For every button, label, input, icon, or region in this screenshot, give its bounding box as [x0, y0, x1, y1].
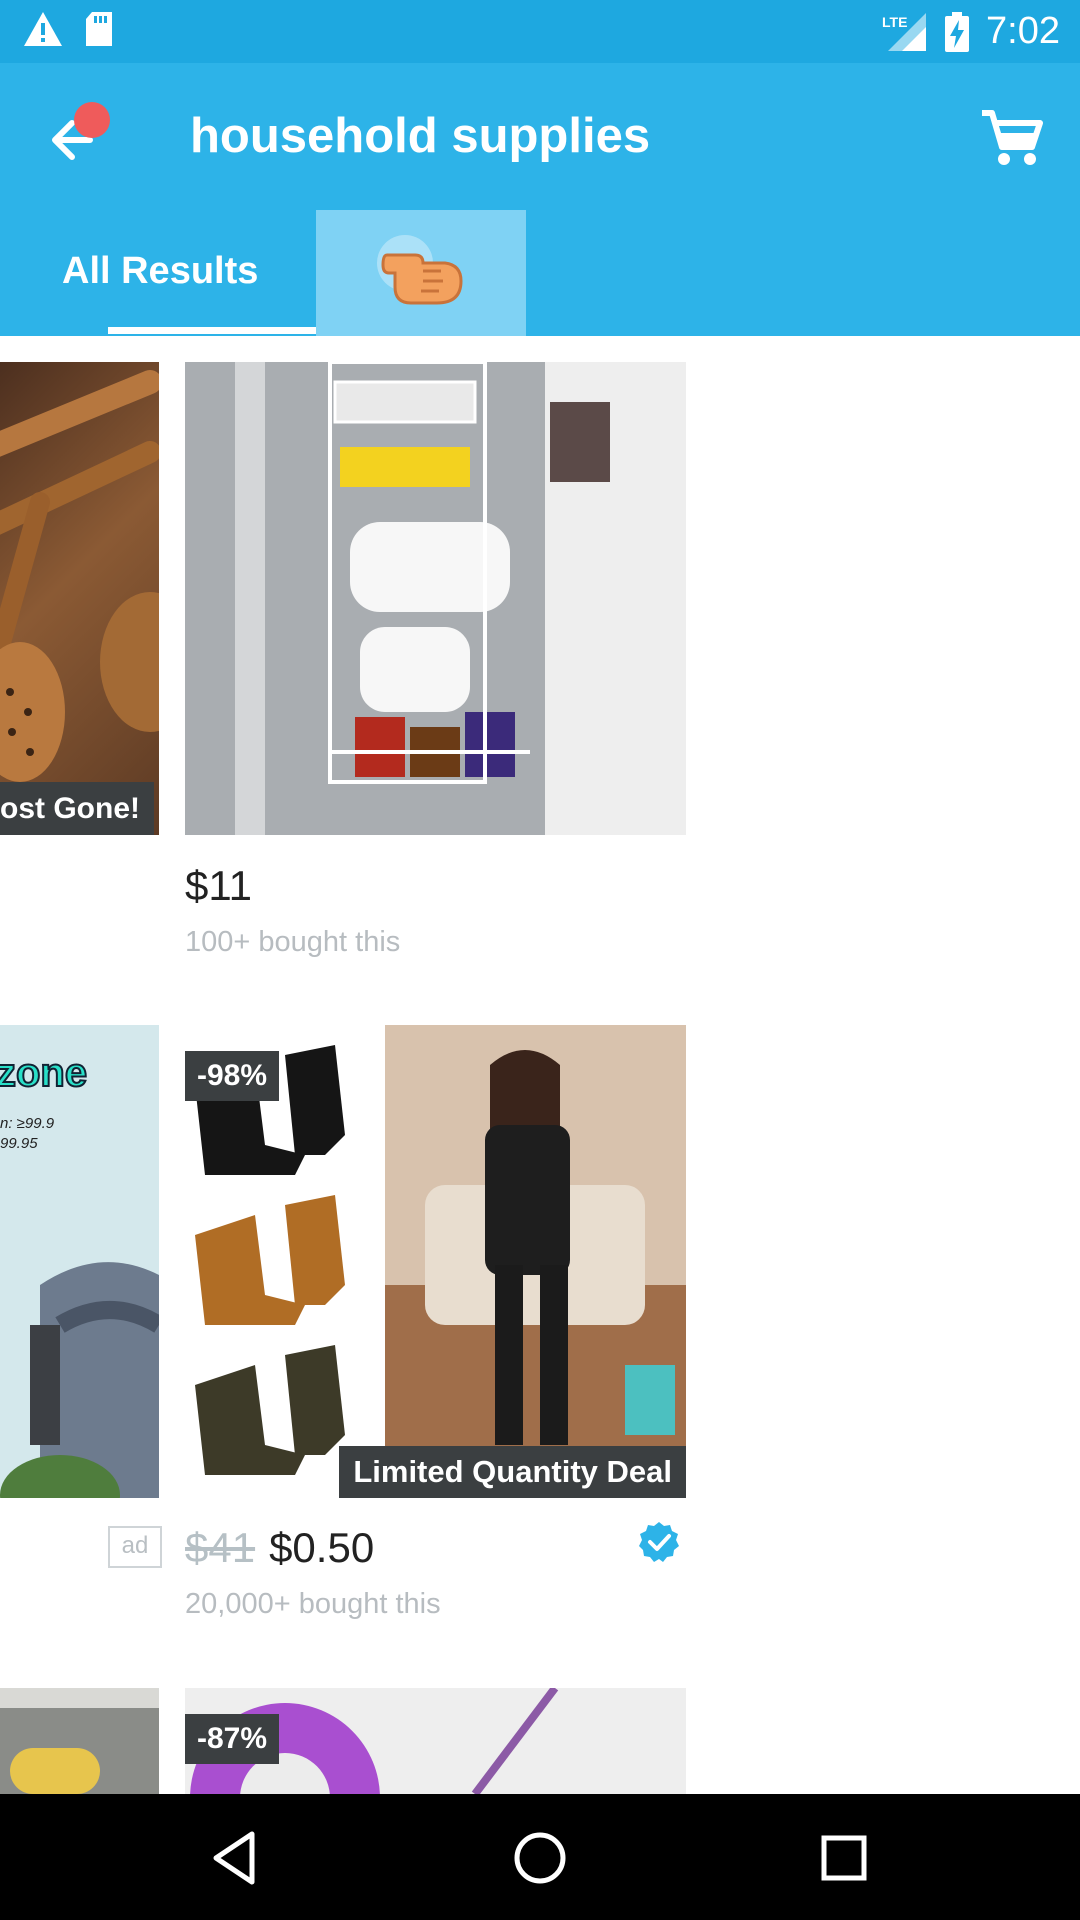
alert-icon — [24, 12, 62, 46]
chair-illustration — [0, 1262, 159, 1498]
discount-badge: -87% — [185, 1714, 280, 1764]
sd-card-icon — [86, 12, 112, 46]
product-price-row: $41 $0.50 — [185, 1524, 374, 1572]
fridge-rack-illustration — [185, 362, 686, 835]
wooden-spoons-illustration — [0, 370, 159, 782]
product-image-rack[interactable] — [185, 362, 686, 835]
notification-dot — [74, 102, 110, 138]
status-bar: LTE 7:02 — [0, 0, 1080, 63]
svg-text:LTE: LTE — [882, 14, 907, 30]
limited-deal-tag: Limited Quantity Deal — [339, 1446, 686, 1498]
product-image-mop[interactable]: -87% — [185, 1688, 686, 1794]
sold-count: 20,000+ bought this — [185, 1588, 441, 1620]
battery-charging-icon — [945, 11, 970, 52]
cart-icon[interactable] — [978, 105, 1044, 171]
promo-badge: ost Gone! — [0, 782, 154, 835]
nav-home-icon[interactable] — [508, 1826, 572, 1890]
app-bar — [0, 63, 1080, 336]
product-price: $11 — [185, 862, 252, 909]
nav-recents-icon[interactable] — [812, 1826, 876, 1890]
product-image-partial[interactable] — [0, 1688, 159, 1794]
tab-all-results[interactable]: All Results — [62, 250, 258, 293]
product-image-spoons[interactable]: ost Gone! — [0, 362, 159, 835]
pointing-hand-icon — [377, 235, 463, 305]
original-price: $41 — [185, 1524, 256, 1571]
product-image-boots[interactable]: -98% Limited Quantity Deal — [185, 1025, 686, 1498]
system-nav-bar — [0, 1794, 1080, 1920]
discount-badge: -98% — [185, 1051, 280, 1101]
sold-count: 100+ bought this — [185, 926, 401, 958]
signal-icon: LTE — [882, 12, 927, 51]
page-title: household supplies — [190, 109, 651, 163]
verified-icon — [639, 1522, 679, 1562]
clock: 7:02 — [986, 10, 1060, 52]
ad-label: ad — [108, 1526, 162, 1568]
nav-back-icon[interactable] — [204, 1826, 268, 1890]
sale-price: $0.50 — [269, 1524, 375, 1571]
product-image-ad[interactable]: zone n: ≥99.9 99.95 — [0, 1025, 159, 1498]
